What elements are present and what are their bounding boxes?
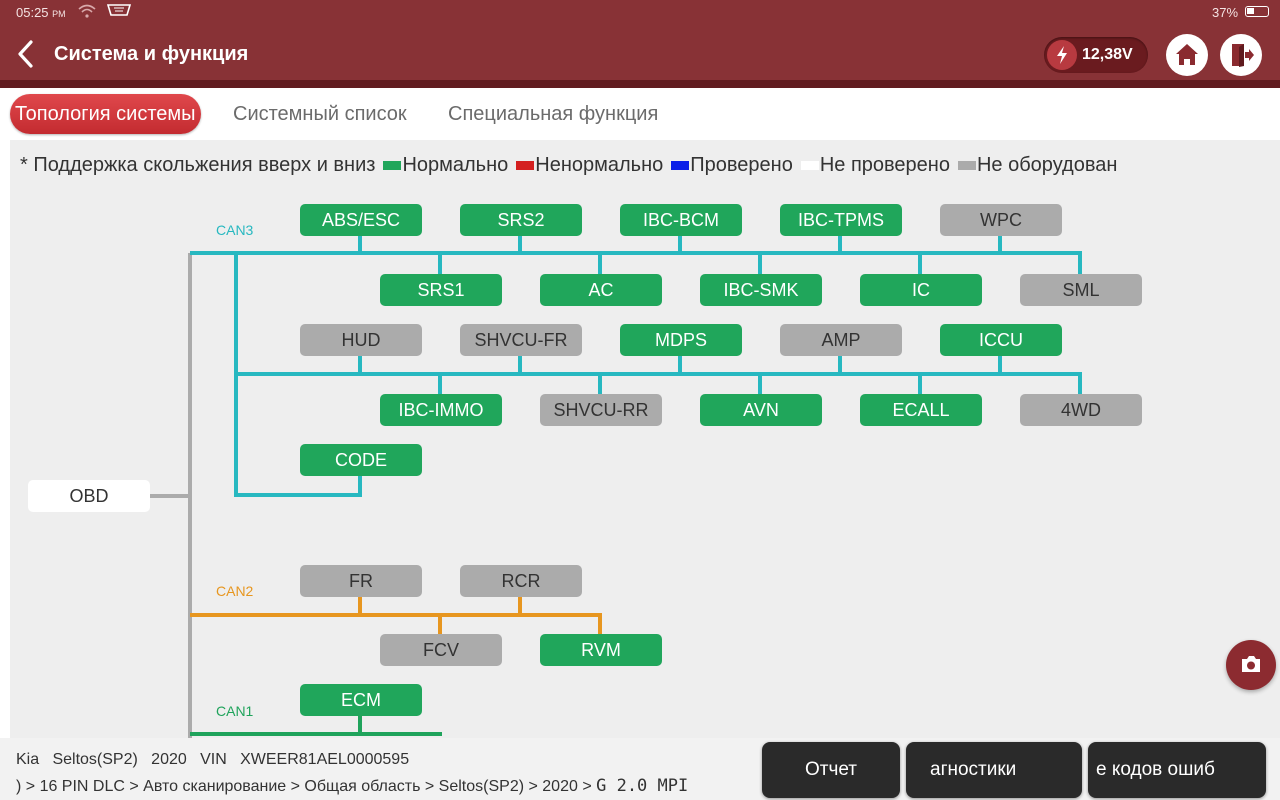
tab-special-function[interactable]: Специальная функция — [448, 94, 658, 134]
ecu-node-ibc-immo[interactable]: IBC-IMMO — [380, 394, 502, 426]
home-button[interactable] — [1166, 34, 1208, 76]
app-root: 05:25 PM 37% Система и функция 12,38V То… — [0, 0, 1280, 800]
module-connector — [758, 253, 762, 274]
ecu-node-ic[interactable]: IC — [860, 274, 982, 306]
tab-system-list[interactable]: Системный список — [233, 94, 407, 134]
module-connector — [358, 476, 362, 495]
page-title: Система и функция — [54, 43, 249, 65]
topology-diagram: OBD CAN3 CAN2 CAN1 ABS/ESC SRS2 IBC-BCM IBC-TP… — [10, 140, 1280, 738]
module-connector — [998, 356, 1002, 374]
module-connector — [438, 253, 442, 274]
voltage-value: 12,38V — [1082, 46, 1133, 63]
can2-bus-line — [190, 613, 602, 617]
module-connector — [918, 253, 922, 274]
tab-topology[interactable]: Топология системы — [10, 94, 201, 134]
can1-bus-line — [190, 732, 442, 736]
module-connector — [998, 236, 1002, 253]
module-connector — [1078, 374, 1082, 394]
ecu-node-shvcu-fr[interactable]: SHVCU-FR — [460, 324, 582, 356]
vehicle-info: Kia Seltos(SP2) 2020 VIN XWEER81AEL00005… — [16, 751, 410, 768]
module-connector — [838, 356, 842, 374]
header-divider — [0, 80, 1280, 88]
ecu-node-ibc-tpms[interactable]: IBC-TPMS — [780, 204, 902, 236]
module-connector — [758, 374, 762, 394]
ecu-node-srs2[interactable]: SRS2 — [460, 204, 582, 236]
bus-label-can3: CAN3 — [216, 222, 254, 238]
back-button[interactable] — [12, 38, 40, 70]
battery-icon — [1245, 6, 1269, 17]
ecu-node-abs-esc[interactable]: ABS/ESC — [300, 204, 422, 236]
ecu-node-srs1[interactable]: SRS1 — [380, 274, 502, 306]
obd-root-node: OBD — [28, 480, 150, 512]
breadcrumb: ) > 16 PIN DLC > Авто сканирование > Общ… — [16, 776, 688, 796]
ecu-node-iccu[interactable]: ICCU — [940, 324, 1062, 356]
module-connector — [918, 374, 922, 394]
module-connector — [838, 236, 842, 253]
can3-code-line — [234, 493, 362, 497]
ecu-node-avn[interactable]: AVN — [700, 394, 822, 426]
exit-icon — [1232, 44, 1254, 67]
module-connector — [438, 374, 442, 394]
ecu-node-sml[interactable]: SML — [1020, 274, 1142, 306]
module-connector — [598, 374, 602, 394]
ecu-node-shvcu-rr[interactable]: SHVCU-RR — [540, 394, 662, 426]
ecu-node-amp[interactable]: AMP — [780, 324, 902, 356]
module-connector — [358, 716, 362, 734]
ecu-node-hud[interactable]: HUD — [300, 324, 422, 356]
module-connector — [518, 356, 522, 374]
can3-bus-line-1 — [190, 251, 1082, 255]
module-connector — [598, 615, 602, 634]
ecu-node-ecall[interactable]: ECALL — [860, 394, 982, 426]
battery-voltage-badge[interactable]: 12,38V — [1044, 37, 1148, 73]
module-connector — [678, 236, 682, 253]
breadcrumb-path: ) > 16 PIN DLC > Авто сканирование > Общ… — [16, 778, 597, 795]
module-connector — [518, 236, 522, 253]
module-connector — [358, 236, 362, 253]
header-bar: 05:25 PM 37% Система и функция 12,38V — [0, 0, 1280, 80]
module-connector — [1078, 253, 1082, 274]
read-codes-button[interactable]: е кодов ошиб — [1088, 742, 1266, 798]
ecu-node-ibc-bcm[interactable]: IBC-BCM — [620, 204, 742, 236]
ecu-node-code[interactable]: CODE — [300, 444, 422, 476]
ecu-node-ecm[interactable]: ECM — [300, 684, 422, 716]
topology-panel[interactable]: * Поддержка скольжения вверх и вниз Норм… — [10, 140, 1280, 738]
ecu-node-rcr[interactable]: RCR — [460, 565, 582, 597]
exit-button[interactable] — [1220, 34, 1262, 76]
report-button[interactable]: Отчет — [762, 742, 900, 798]
battery-level: 37% — [1212, 5, 1239, 20]
ecu-node-mdps[interactable]: MDPS — [620, 324, 742, 356]
diagnostics-button[interactable]: агностики — [906, 742, 1082, 798]
lightning-icon — [1047, 40, 1077, 70]
module-connector — [438, 615, 442, 634]
ecu-node-4wd[interactable]: 4WD — [1020, 394, 1142, 426]
home-icon — [1176, 44, 1198, 65]
obd-connector-icon — [107, 4, 131, 16]
engine-label: G 2.0 MPI — [596, 776, 689, 796]
obd-connector-line — [150, 494, 190, 498]
bus-label-can2: CAN2 — [216, 583, 254, 599]
wifi-icon — [78, 4, 96, 18]
screenshot-button[interactable] — [1226, 640, 1276, 690]
module-connector — [358, 597, 362, 615]
tab-bar: Топология системы Системный список Специ… — [0, 88, 1280, 140]
bus-label-can1: CAN1 — [216, 703, 254, 719]
ecu-node-rvm[interactable]: RVM — [540, 634, 662, 666]
module-connector — [598, 253, 602, 274]
ecu-node-ac[interactable]: AC — [540, 274, 662, 306]
footer-bar: Kia Seltos(SP2) 2020 VIN XWEER81AEL00005… — [0, 738, 1280, 800]
module-connector — [358, 356, 362, 374]
ecu-node-fr[interactable]: FR — [300, 565, 422, 597]
module-connector — [518, 597, 522, 615]
camera-icon — [1242, 656, 1260, 672]
ecu-node-ibc-smk[interactable]: IBC-SMK — [700, 274, 822, 306]
status-time: 05:25 PM — [16, 5, 66, 20]
module-connector — [678, 356, 682, 374]
ecu-node-wpc[interactable]: WPC — [940, 204, 1062, 236]
ecu-node-fcv[interactable]: FCV — [380, 634, 502, 666]
